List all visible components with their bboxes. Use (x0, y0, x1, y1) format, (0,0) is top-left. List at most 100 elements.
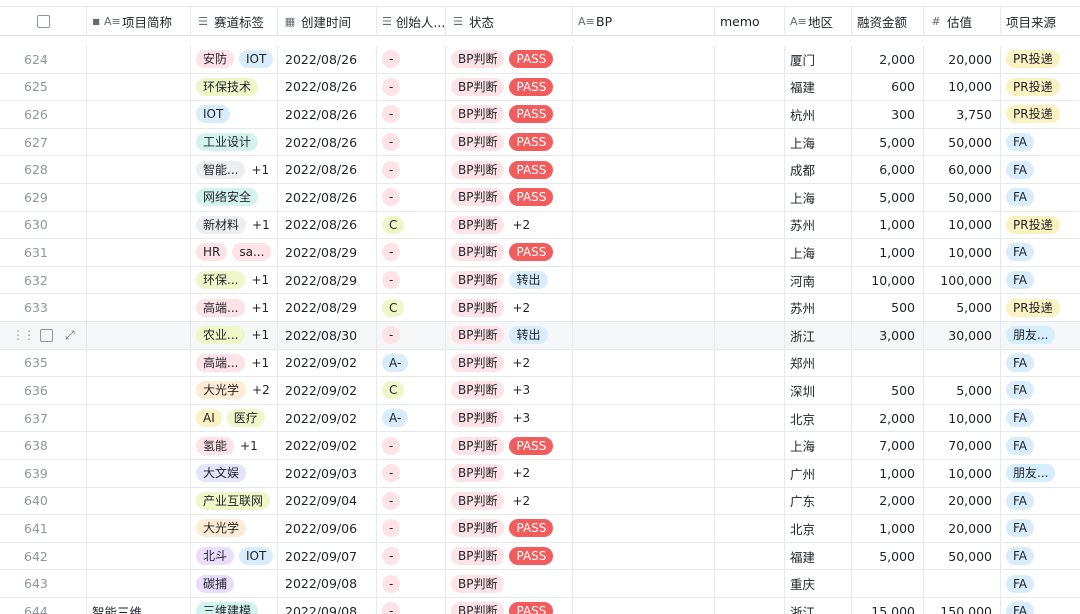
column-header-region[interactable]: A≡ 地区 (784, 7, 851, 35)
table-row[interactable]: 640 产业互联网 2022/09/04 - BP判断 +2 广东 2,000 20,000 FA (0, 487, 1080, 516)
memo-cell[interactable] (714, 543, 784, 570)
region-cell[interactable]: 上海 (784, 129, 851, 156)
region-cell[interactable]: 上海 (784, 239, 851, 266)
status-cell[interactable]: BP判断 转出 (445, 322, 572, 349)
region-cell[interactable]: 河南 (784, 267, 851, 294)
funding-amount[interactable]: 1,000 (851, 515, 923, 542)
column-header-status[interactable]: ☰ 状态 (445, 7, 572, 35)
founder-cell[interactable]: - (376, 129, 445, 156)
memo-cell[interactable] (714, 598, 784, 614)
track-tags-cell[interactable]: 高端... +1 (190, 350, 277, 377)
project-source-cell[interactable]: 朋友... (1000, 460, 1080, 487)
project-source-cell[interactable]: FA (1000, 405, 1080, 432)
memo-cell[interactable] (714, 267, 784, 294)
project-source-cell[interactable]: FA (1000, 598, 1080, 614)
bp-cell[interactable] (572, 129, 714, 156)
table-row[interactable]: 630 新材料 +1 2022/08/26 C BP判断 +2 苏州 1,000 10,000 PR… (0, 211, 1080, 240)
created-date[interactable]: 2022/09/08 (277, 598, 376, 614)
project-source-cell[interactable]: FA (1000, 350, 1080, 377)
project-source-cell[interactable]: FA (1000, 515, 1080, 542)
select-all-cell[interactable] (0, 7, 86, 35)
track-tags-cell[interactable]: 三维建模 (190, 598, 277, 614)
status-cell[interactable]: BP判断 PASS (445, 184, 572, 211)
funding-amount[interactable]: 2,000 (851, 405, 923, 432)
created-date[interactable]: 2022/09/08 (277, 570, 376, 597)
bp-cell[interactable] (572, 239, 714, 266)
status-cell[interactable]: BP判断 +2 (445, 294, 572, 321)
region-cell[interactable]: 苏州 (784, 294, 851, 321)
region-cell[interactable]: 广州 (784, 460, 851, 487)
status-cell[interactable]: BP判断 PASS (445, 46, 572, 73)
project-source-cell[interactable]: PR投递 (1000, 74, 1080, 101)
valuation[interactable]: 50,000 (923, 129, 1000, 156)
region-cell[interactable]: 北京 (784, 515, 851, 542)
memo-cell[interactable] (714, 239, 784, 266)
funding-amount[interactable]: 3,000 (851, 322, 923, 349)
valuation[interactable]: 10,000 (923, 212, 1000, 239)
created-date[interactable]: 2022/08/30 (277, 322, 376, 349)
project-name-cell[interactable] (86, 377, 190, 404)
bp-cell[interactable] (572, 543, 714, 570)
bp-cell[interactable] (572, 570, 714, 597)
bp-cell[interactable] (572, 267, 714, 294)
status-cell[interactable]: BP判断 +3 (445, 377, 572, 404)
valuation[interactable]: 20,000 (923, 515, 1000, 542)
table-row[interactable]: 626 IOT 2022/08/26 - BP判断 PASS 杭州 300 3,750 PR投递 (0, 101, 1080, 129)
founder-cell[interactable]: - (376, 570, 445, 597)
project-name-cell[interactable] (86, 432, 190, 459)
memo-cell[interactable] (714, 74, 784, 101)
status-cell[interactable]: BP判断 PASS (445, 515, 572, 542)
project-source-cell[interactable]: FA (1000, 184, 1080, 211)
track-tags-cell[interactable]: 产业互联网 (190, 488, 277, 515)
table-row[interactable]: 633 高端... +1 2022/08/29 C BP判断 +2 苏州 500 5,000 PR投… (0, 294, 1080, 322)
column-divider[interactable] (86, 7, 87, 35)
project-source-cell[interactable]: PR投递 (1000, 294, 1080, 321)
founder-cell[interactable]: - (376, 184, 445, 211)
track-tags-cell[interactable]: 工业设计 (190, 129, 277, 156)
status-cell[interactable]: BP判断 PASS (445, 101, 572, 128)
memo-cell[interactable] (714, 488, 784, 515)
bp-cell[interactable] (572, 460, 714, 487)
valuation[interactable]: 70,000 (923, 432, 1000, 459)
memo-cell[interactable] (714, 156, 784, 183)
status-cell[interactable]: BP判断 PASS (445, 129, 572, 156)
valuation[interactable]: 60,000 (923, 156, 1000, 183)
status-cell[interactable]: BP判断 +2 (445, 212, 572, 239)
region-cell[interactable]: 浙江 (784, 598, 851, 614)
column-header-created[interactable]: ▦ 创建时间 (277, 7, 376, 35)
track-tags-cell[interactable]: 碳捕 (190, 570, 277, 597)
track-tags-cell[interactable]: AI 医疗 (190, 405, 277, 432)
founder-cell[interactable]: A- (376, 405, 445, 432)
created-date[interactable]: 2022/09/03 (277, 460, 376, 487)
funding-amount[interactable]: 6,000 (851, 156, 923, 183)
column-divider[interactable] (376, 7, 377, 35)
column-header-funding[interactable]: 融资金额 (851, 7, 923, 35)
created-date[interactable]: 2022/08/29 (277, 239, 376, 266)
region-cell[interactable]: 福建 (784, 543, 851, 570)
column-header-founder[interactable]: ☰ 创始人... (376, 7, 445, 35)
funding-amount[interactable]: 300 (851, 101, 923, 128)
region-cell[interactable]: 上海 (784, 184, 851, 211)
table-row[interactable]: 644 智能三维 三维建模 2022/09/08 - BP判断 PASS 浙江 15,000 15… (0, 598, 1080, 614)
column-divider[interactable] (572, 7, 573, 35)
column-header-bp[interactable]: A≡ BP (572, 7, 714, 35)
table-row[interactable]: 635 高端... +1 2022/09/02 A- BP判断 +2 郑州 FA (0, 349, 1080, 378)
valuation[interactable]: 10,000 (923, 460, 1000, 487)
memo-cell[interactable] (714, 46, 784, 73)
created-date[interactable]: 2022/08/26 (277, 129, 376, 156)
valuation[interactable]: 10,000 (923, 74, 1000, 101)
valuation[interactable] (923, 570, 1000, 597)
memo-cell[interactable] (714, 129, 784, 156)
drag-handle-icon[interactable]: ⋮⋮ (12, 328, 35, 342)
column-header-tags[interactable]: ☰ 赛道标签 (190, 7, 277, 35)
funding-amount[interactable] (851, 350, 923, 377)
valuation[interactable]: 20,000 (923, 488, 1000, 515)
valuation[interactable]: 10,000 (923, 239, 1000, 266)
project-name-cell[interactable] (86, 294, 190, 321)
funding-amount[interactable]: 5,000 (851, 543, 923, 570)
project-name-cell[interactable] (86, 184, 190, 211)
region-cell[interactable]: 郑州 (784, 350, 851, 377)
funding-amount[interactable]: 1,000 (851, 460, 923, 487)
track-tags-cell[interactable]: 网络安全 (190, 184, 277, 211)
table-row[interactable]: 638 氢能 +1 2022/09/02 - BP判断 PASS 上海 7,000 70,000 F… (0, 432, 1080, 460)
